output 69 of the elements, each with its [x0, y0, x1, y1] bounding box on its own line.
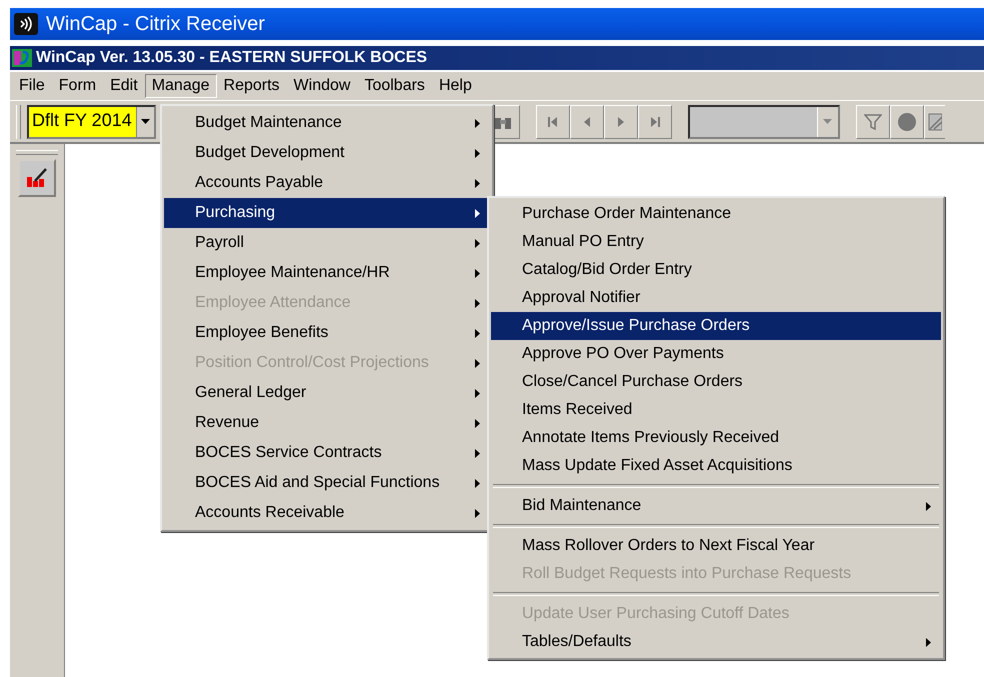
submenu-arrow-icon: [926, 502, 931, 510]
previous-record-button[interactable]: [570, 104, 604, 138]
menu-bar-item[interactable]: Edit: [103, 74, 145, 98]
menu-item[interactable]: Tables/Defaults: [491, 628, 941, 656]
filter-icon: [864, 112, 882, 130]
menu-item[interactable]: Payroll: [164, 228, 490, 258]
menu-bar-item[interactable]: Help: [432, 74, 479, 98]
submenu-arrow-icon: [475, 118, 480, 128]
submenu-arrow-icon: [475, 268, 480, 278]
window-title: WinCap - Citrix Receiver: [46, 12, 265, 36]
menu-item[interactable]: Approve PO Over Payments: [491, 340, 941, 368]
menu-bar-item[interactable]: Form: [52, 74, 104, 98]
menu-item[interactable]: Manual PO Entry: [491, 228, 941, 256]
record-dropdown[interactable]: [688, 104, 840, 138]
menu-item[interactable]: Accounts Receivable: [164, 498, 490, 528]
menu-item[interactable]: Budget Development: [164, 138, 490, 168]
menu-item[interactable]: Catalog/Bid Order Entry: [491, 256, 941, 284]
menu-item[interactable]: Approve/Issue Purchase Orders: [491, 312, 941, 340]
submenu-arrow-icon: [475, 298, 480, 308]
last-record-button[interactable]: [638, 104, 672, 138]
app-logo-icon: [12, 49, 32, 67]
menu-item[interactable]: Revenue: [164, 408, 490, 438]
fiscal-year-dropdown[interactable]: Dflt FY 2014: [27, 104, 156, 138]
dropdown-arrow-icon: [140, 119, 150, 124]
circle-icon: [896, 112, 917, 132]
menu-item[interactable]: Employee Maintenance/HR: [164, 258, 490, 288]
menu-item[interactable]: Mass Rollover Orders to Next Fiscal Year: [491, 532, 941, 560]
menu-bar-item[interactable]: Toolbars: [357, 74, 432, 98]
submenu-arrow-icon: [475, 358, 480, 368]
submenu-arrow-icon: [475, 448, 480, 458]
menu-item[interactable]: General Ledger: [164, 378, 490, 408]
app-title: WinCap Ver. 13.05.30 - EASTERN SUFFOLK BOCES: [36, 49, 428, 67]
menu-item[interactable]: Accounts Payable: [164, 168, 490, 198]
last-icon: [648, 116, 661, 128]
citrix-logo-icon: [14, 13, 38, 35]
menu-item[interactable]: BOCES Service Contracts: [164, 438, 490, 468]
filter-button[interactable]: [856, 104, 890, 138]
menu-bar-item[interactable]: Window: [286, 74, 358, 98]
next-record-button[interactable]: [604, 104, 638, 138]
menu-item[interactable]: Employee Benefits: [164, 318, 490, 348]
submenu-arrow-icon: [475, 178, 480, 188]
menu-item[interactable]: Close/Cancel Purchase Orders: [491, 368, 941, 396]
menu-bar-item[interactable]: Reports: [216, 74, 287, 98]
menu-item[interactable]: Mass Update Fixed Asset Acquisitions: [491, 452, 941, 480]
menu-item[interactable]: Budget Maintenance: [164, 108, 490, 138]
menu-bar-item[interactable]: File: [12, 74, 52, 98]
first-record-button[interactable]: [536, 104, 570, 138]
menu-item[interactable]: BOCES Aid and Special Functions: [164, 468, 490, 498]
submenu-arrow-icon: [475, 478, 480, 488]
menu-item[interactable]: Purchasing: [164, 198, 490, 228]
menu-bar-item[interactable]: Manage: [144, 74, 217, 98]
menu-item[interactable]: Approval Notifier: [491, 284, 941, 312]
submenu-arrow-icon: [475, 388, 480, 398]
toolbar-button[interactable]: [18, 159, 56, 197]
first-icon: [546, 116, 559, 128]
chart-pen-icon: [25, 167, 49, 189]
submenu-arrow-icon: [475, 508, 480, 518]
striped-square-icon: [928, 112, 942, 130]
submenu-arrow-icon: [475, 208, 480, 218]
submenu-arrow-icon: [475, 418, 480, 428]
submenu-arrow-icon: [926, 638, 931, 646]
submenu-arrow-icon: [475, 238, 480, 248]
menu-item[interactable]: Items Received: [491, 396, 941, 424]
menu-item[interactable]: Annotate Items Previously Received: [491, 424, 941, 452]
dropdown-arrow-icon: [823, 119, 832, 124]
menu-item[interactable]: Bid Maintenance: [491, 492, 941, 520]
submenu-arrow-icon: [475, 148, 480, 158]
menu-item[interactable]: Purchase Order Maintenance: [491, 200, 941, 228]
submenu-arrow-icon: [475, 328, 480, 338]
